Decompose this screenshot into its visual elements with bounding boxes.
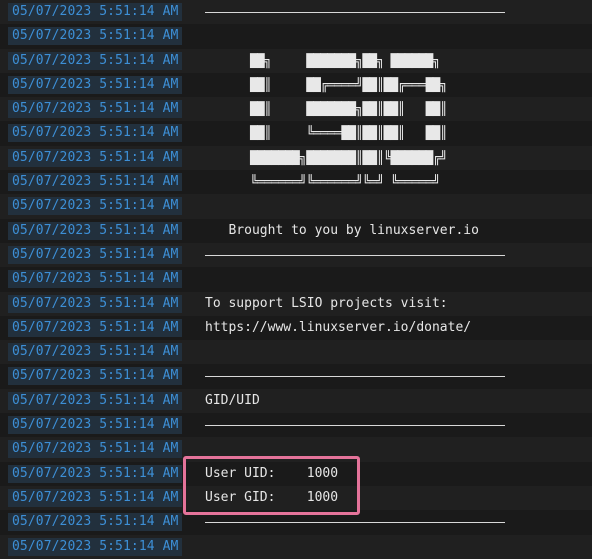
log-row: 05/07/2023 5:51:14 AM [0,364,592,389]
ascii-logo-line: ██║ ██╔════╝██║██╔═══██╗ [250,76,447,92]
separator-line [205,376,505,378]
ascii-logo-line: ╚══════╝╚══════╝╚═╝ ╚═════╝ [250,174,440,190]
log-row: 05/07/2023 5:51:14 AM [0,194,592,219]
log-row: 05/07/2023 5:51:14 AM [0,242,592,268]
log-row: 05/07/2023 5:51:14 AM ██╗ ███████╗██╗ ███… [0,48,592,73]
timestamp: 05/07/2023 5:51:14 AM [8,488,183,507]
separator-line [205,12,505,13]
log-row: 05/07/2023 5:51:14 AM ███████╗███████║██║… [0,145,592,171]
separator-line [205,522,505,524]
log-row: 05/07/2023 5:51:14 AM [0,0,592,25]
log-row: 05/07/2023 5:51:14 AM [0,24,592,49]
log-row: 05/07/2023 5:51:14 AM [0,534,592,559]
log-row: 05/07/2023 5:51:14 AM [0,267,592,292]
ascii-logo-line: ███████╗███████║██║╚██████╔╝ [250,149,447,165]
timestamp: 05/07/2023 5:51:14 AM [8,318,183,337]
timestamp: 05/07/2023 5:51:14 AM [8,391,183,410]
support-text: To support LSIO projects visit: [205,295,448,311]
donate-url: https://www.linuxserver.io/donate/ [205,319,472,335]
log-viewer: 05/07/2023 5:51:14 AM 05/07/2023 5:51:14… [0,0,592,559]
timestamp: 05/07/2023 5:51:14 AM [8,100,183,119]
timestamp: 05/07/2023 5:51:14 AM [8,513,183,532]
ascii-logo-line: ██║ ╚════██║██║██║ ██║ [250,125,447,141]
log-row: 05/07/2023 5:51:14 AM [0,437,592,462]
timestamp: 05/07/2023 5:51:14 AM [8,173,183,192]
log-row: 05/07/2023 5:51:14 AM ██║ ╚════██║██║██║ … [0,121,592,146]
timestamp: 05/07/2023 5:51:14 AM [8,75,183,94]
log-row: 05/07/2023 5:51:14 AM [0,340,592,365]
timestamp: 05/07/2023 5:51:14 AM [8,27,183,46]
separator-line [205,254,505,256]
log-row: 05/07/2023 5:51:14 AM ██║ ██╔════╝██║██╔═… [0,72,592,98]
timestamp: 05/07/2023 5:51:14 AM [8,416,183,435]
log-row: 05/07/2023 5:51:14 AM To support LSIO pro… [0,291,592,316]
timestamp: 05/07/2023 5:51:14 AM [8,124,183,143]
timestamp: 05/07/2023 5:51:14 AM [8,464,183,483]
log-row: 05/07/2023 5:51:14 AM User UID: 1000 [0,461,592,486]
log-row: 05/07/2023 5:51:14 AM https://www.linuxse… [0,315,592,341]
log-row: 05/07/2023 5:51:14 AM [0,413,592,438]
timestamp: 05/07/2023 5:51:14 AM [8,3,183,21]
timestamp: 05/07/2023 5:51:14 AM [8,440,183,459]
timestamp: 05/07/2023 5:51:14 AM [8,148,183,167]
timestamp: 05/07/2023 5:51:14 AM [8,245,183,264]
timestamp: 05/07/2023 5:51:14 AM [8,221,183,240]
brought-to-you-text: Brought to you by linuxserver.io [205,222,479,238]
timestamp: 05/07/2023 5:51:14 AM [8,537,183,556]
separator-line [205,425,505,427]
timestamp: 05/07/2023 5:51:14 AM [8,367,183,386]
timestamp: 05/07/2023 5:51:14 AM [8,197,183,216]
user-uid-line: User UID: 1000 [205,465,339,481]
log-row: 05/07/2023 5:51:14 AM GID/UID [0,388,592,414]
user-gid-line: User GID: 1000 [205,489,339,505]
log-row: 05/07/2023 5:51:14 AM User GID: 1000 [0,485,592,511]
ascii-logo-line: ██║ ███████╗██║██║ ██║ [250,101,447,117]
timestamp: 05/07/2023 5:51:14 AM [8,270,183,289]
timestamp: 05/07/2023 5:51:14 AM [8,343,183,362]
log-row: 05/07/2023 5:51:14 AM ╚══════╝╚══════╝╚═╝… [0,170,592,195]
timestamp: 05/07/2023 5:51:14 AM [8,51,183,70]
log-row: 05/07/2023 5:51:14 AM ██║ ███████╗██║██║ … [0,97,592,122]
log-row: 05/07/2023 5:51:14 AM [0,510,592,535]
ascii-logo-line: ██╗ ███████╗██╗ ██████╗ [250,52,440,68]
log-row: 05/07/2023 5:51:14 AM Brought to you by … [0,218,592,243]
timestamp: 05/07/2023 5:51:14 AM [8,294,183,313]
gid-uid-header: GID/UID [205,392,260,408]
